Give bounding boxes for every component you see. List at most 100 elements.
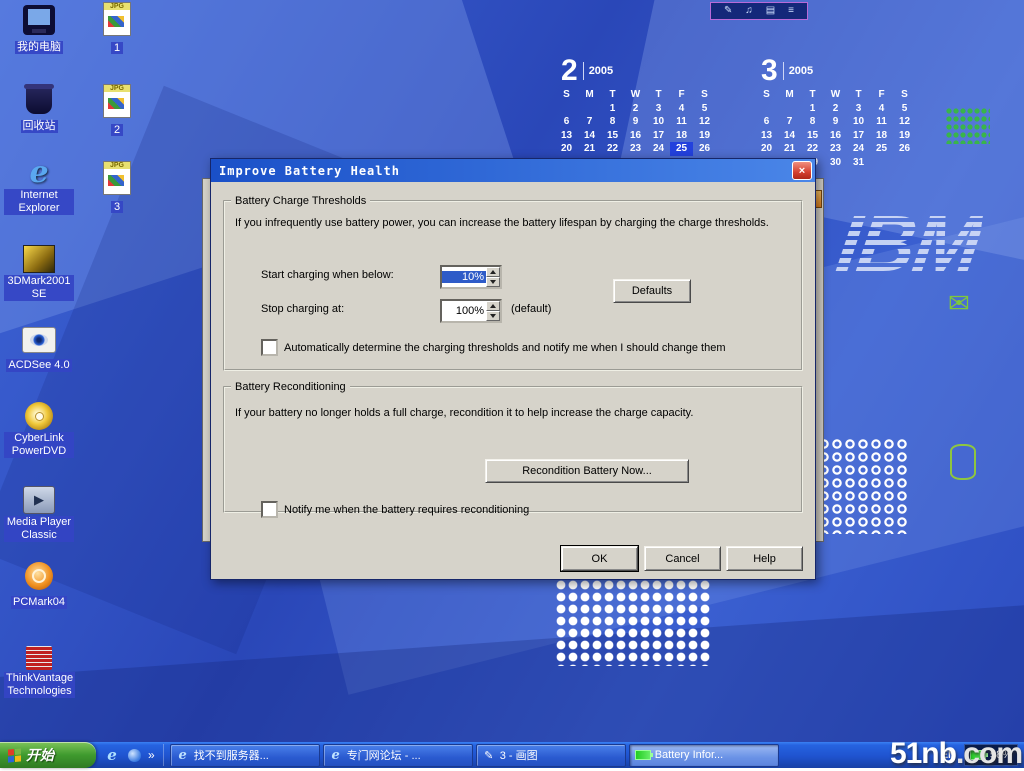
battery-charge-thresholds-group: Battery Charge Thresholds If you infrequ…	[223, 195, 803, 371]
display-icon[interactable]: ▤	[766, 6, 775, 16]
calendar-day: 30	[824, 156, 847, 170]
desktop-icon-jpg-3[interactable]: 3	[94, 161, 140, 215]
task-label: 3 - 画图	[500, 747, 538, 763]
defaults-button[interactable]: Defaults	[613, 279, 691, 303]
calendar-day: 4	[670, 102, 693, 116]
spin-down-icon[interactable]	[486, 277, 500, 287]
battery-icon	[635, 750, 651, 760]
calendar-day: 14	[578, 129, 601, 143]
icon-label: ACDSee 4.0	[6, 359, 71, 372]
calendar-day: 21	[578, 142, 601, 156]
calendar-day-header: T	[601, 88, 624, 102]
calendar-day: 22	[601, 142, 624, 156]
spin-up-icon[interactable]	[486, 267, 500, 277]
calendar-year: 2005	[789, 65, 813, 77]
spin-up-icon[interactable]	[486, 301, 500, 311]
notify-reconditioning-row: Notify me when the battery requires reco…	[261, 501, 791, 518]
powerdvd-icon	[25, 402, 53, 430]
desktop-icon-my-computer[interactable]: 我的电脑	[4, 5, 74, 55]
stop-charging-value[interactable]: 100%	[442, 305, 486, 317]
keypad-grid-decoration	[946, 108, 990, 144]
calendar-day: 16	[824, 129, 847, 143]
desktop-icon-acdsee[interactable]: ACDSee 4.0	[4, 327, 74, 373]
desktop-icon-jpg-2[interactable]: 2	[94, 84, 140, 138]
start-button[interactable]: 开始	[0, 742, 96, 768]
icon-label: 3	[111, 201, 123, 213]
calendar-day	[755, 102, 778, 116]
task-paint[interactable]: ✎ 3 - 画图	[476, 744, 626, 767]
spinner-buttons	[486, 267, 500, 287]
3dmark-icon	[23, 245, 55, 273]
calendar-month: 2	[561, 56, 578, 86]
audio-icon[interactable]: ♫	[745, 6, 753, 16]
icon-label: PCMark04	[11, 596, 67, 609]
calendar-day: 1	[601, 102, 624, 116]
calendar-separator	[583, 62, 584, 80]
stop-charging-label: Stop charging at:	[261, 303, 344, 315]
calendar-day: 6	[755, 115, 778, 129]
calendar-february: 2 2005 SMTWTFS12345678910111213141516171…	[555, 54, 719, 169]
desktop-icon-jpg-1[interactable]: 1	[94, 2, 140, 56]
task-forum[interactable]: e专门网论坛 - ...	[323, 744, 473, 767]
improve-battery-health-dialog: Improve Battery Health × Battery Charge …	[210, 158, 816, 580]
list-icon[interactable]: ≡	[788, 6, 794, 16]
help-button[interactable]: Help	[726, 546, 803, 571]
calendar-day: 31	[847, 156, 870, 170]
watermark-main: 51nb	[890, 737, 956, 770]
start-charging-label: Start charging when below:	[261, 269, 394, 281]
calendar-month: 3	[761, 56, 778, 86]
calendar-day: 13	[555, 129, 578, 143]
envelope-icon: ✉	[948, 290, 970, 316]
calendar-day: 19	[693, 129, 716, 143]
stop-charging-spinner[interactable]: 100%	[440, 299, 502, 323]
pen-icon[interactable]: ✎	[724, 6, 732, 16]
quick-launch: e »	[96, 744, 164, 766]
group-legend: Battery Charge Thresholds	[231, 195, 370, 207]
notify-reconditioning-checkbox[interactable]	[261, 501, 278, 518]
mpc-icon: ▶	[23, 486, 55, 514]
desktop-icon-recycle-bin[interactable]: 回收站	[4, 84, 74, 134]
desktop-icon-thinkvantage[interactable]: ThinkVantage Technologies	[4, 646, 74, 699]
calendar-highlighted-day: 25	[670, 142, 693, 156]
start-charging-value[interactable]: 10%	[442, 271, 486, 283]
cancel-button[interactable]: Cancel	[644, 546, 721, 571]
ok-button[interactable]: OK	[561, 546, 638, 571]
calendar-separator	[783, 62, 784, 80]
calendar-day: 26	[893, 142, 916, 156]
calendar-day: 26	[693, 142, 716, 156]
calendar-day: 3	[847, 102, 870, 116]
icon-label: 1	[111, 42, 123, 54]
calendar-day-header: M	[578, 88, 601, 102]
calendar-day	[778, 102, 801, 116]
calendar-day: 5	[693, 102, 716, 116]
auto-thresholds-checkbox[interactable]	[261, 339, 278, 356]
dialog-titlebar[interactable]: Improve Battery Health ×	[211, 159, 815, 182]
calendar-day: 22	[801, 142, 824, 156]
icon-label: 2	[111, 124, 123, 136]
task-battery-information[interactable]: Battery Infor...	[629, 744, 779, 767]
ie-quick-launch-icon[interactable]: e	[104, 747, 120, 763]
task-server-not-found[interactable]: e找不到服务器...	[170, 744, 320, 767]
start-charging-spinner[interactable]: 10%	[440, 265, 502, 289]
spin-down-icon[interactable]	[486, 311, 500, 321]
dots-grid-decoration	[556, 580, 712, 666]
calendar-day: 16	[624, 129, 647, 143]
calendar-day: 13	[755, 129, 778, 143]
calendar-day-header: W	[624, 88, 647, 102]
desktop-icon-pcmark[interactable]: PCMark04	[4, 562, 74, 610]
quick-launch-overflow-icon[interactable]: »	[148, 748, 155, 762]
calendar-day	[893, 156, 916, 170]
task-label: Battery Infor...	[655, 749, 723, 761]
desktop-icon-internet-explorer[interactable]: eInternet Explorer	[4, 157, 74, 216]
media-player-quick-launch-icon[interactable]	[126, 747, 142, 763]
paint-icon: ✎	[482, 749, 496, 762]
recondition-battery-button[interactable]: Recondition Battery Now...	[485, 459, 689, 483]
close-icon[interactable]: ×	[792, 161, 812, 180]
calendar-day: 18	[870, 129, 893, 143]
desktop-icon-powerdvd[interactable]: CyberLink PowerDVD	[4, 402, 74, 459]
desktop-icon-3dmark[interactable]: 3DMark2001 SE	[4, 245, 74, 302]
calendar-day: 17	[847, 129, 870, 143]
ie-page-icon: e	[329, 748, 343, 763]
desktop-icon-mpc[interactable]: ▶Media Player Classic	[4, 486, 74, 543]
auto-thresholds-label: Automatically determine the charging thr…	[284, 342, 725, 354]
